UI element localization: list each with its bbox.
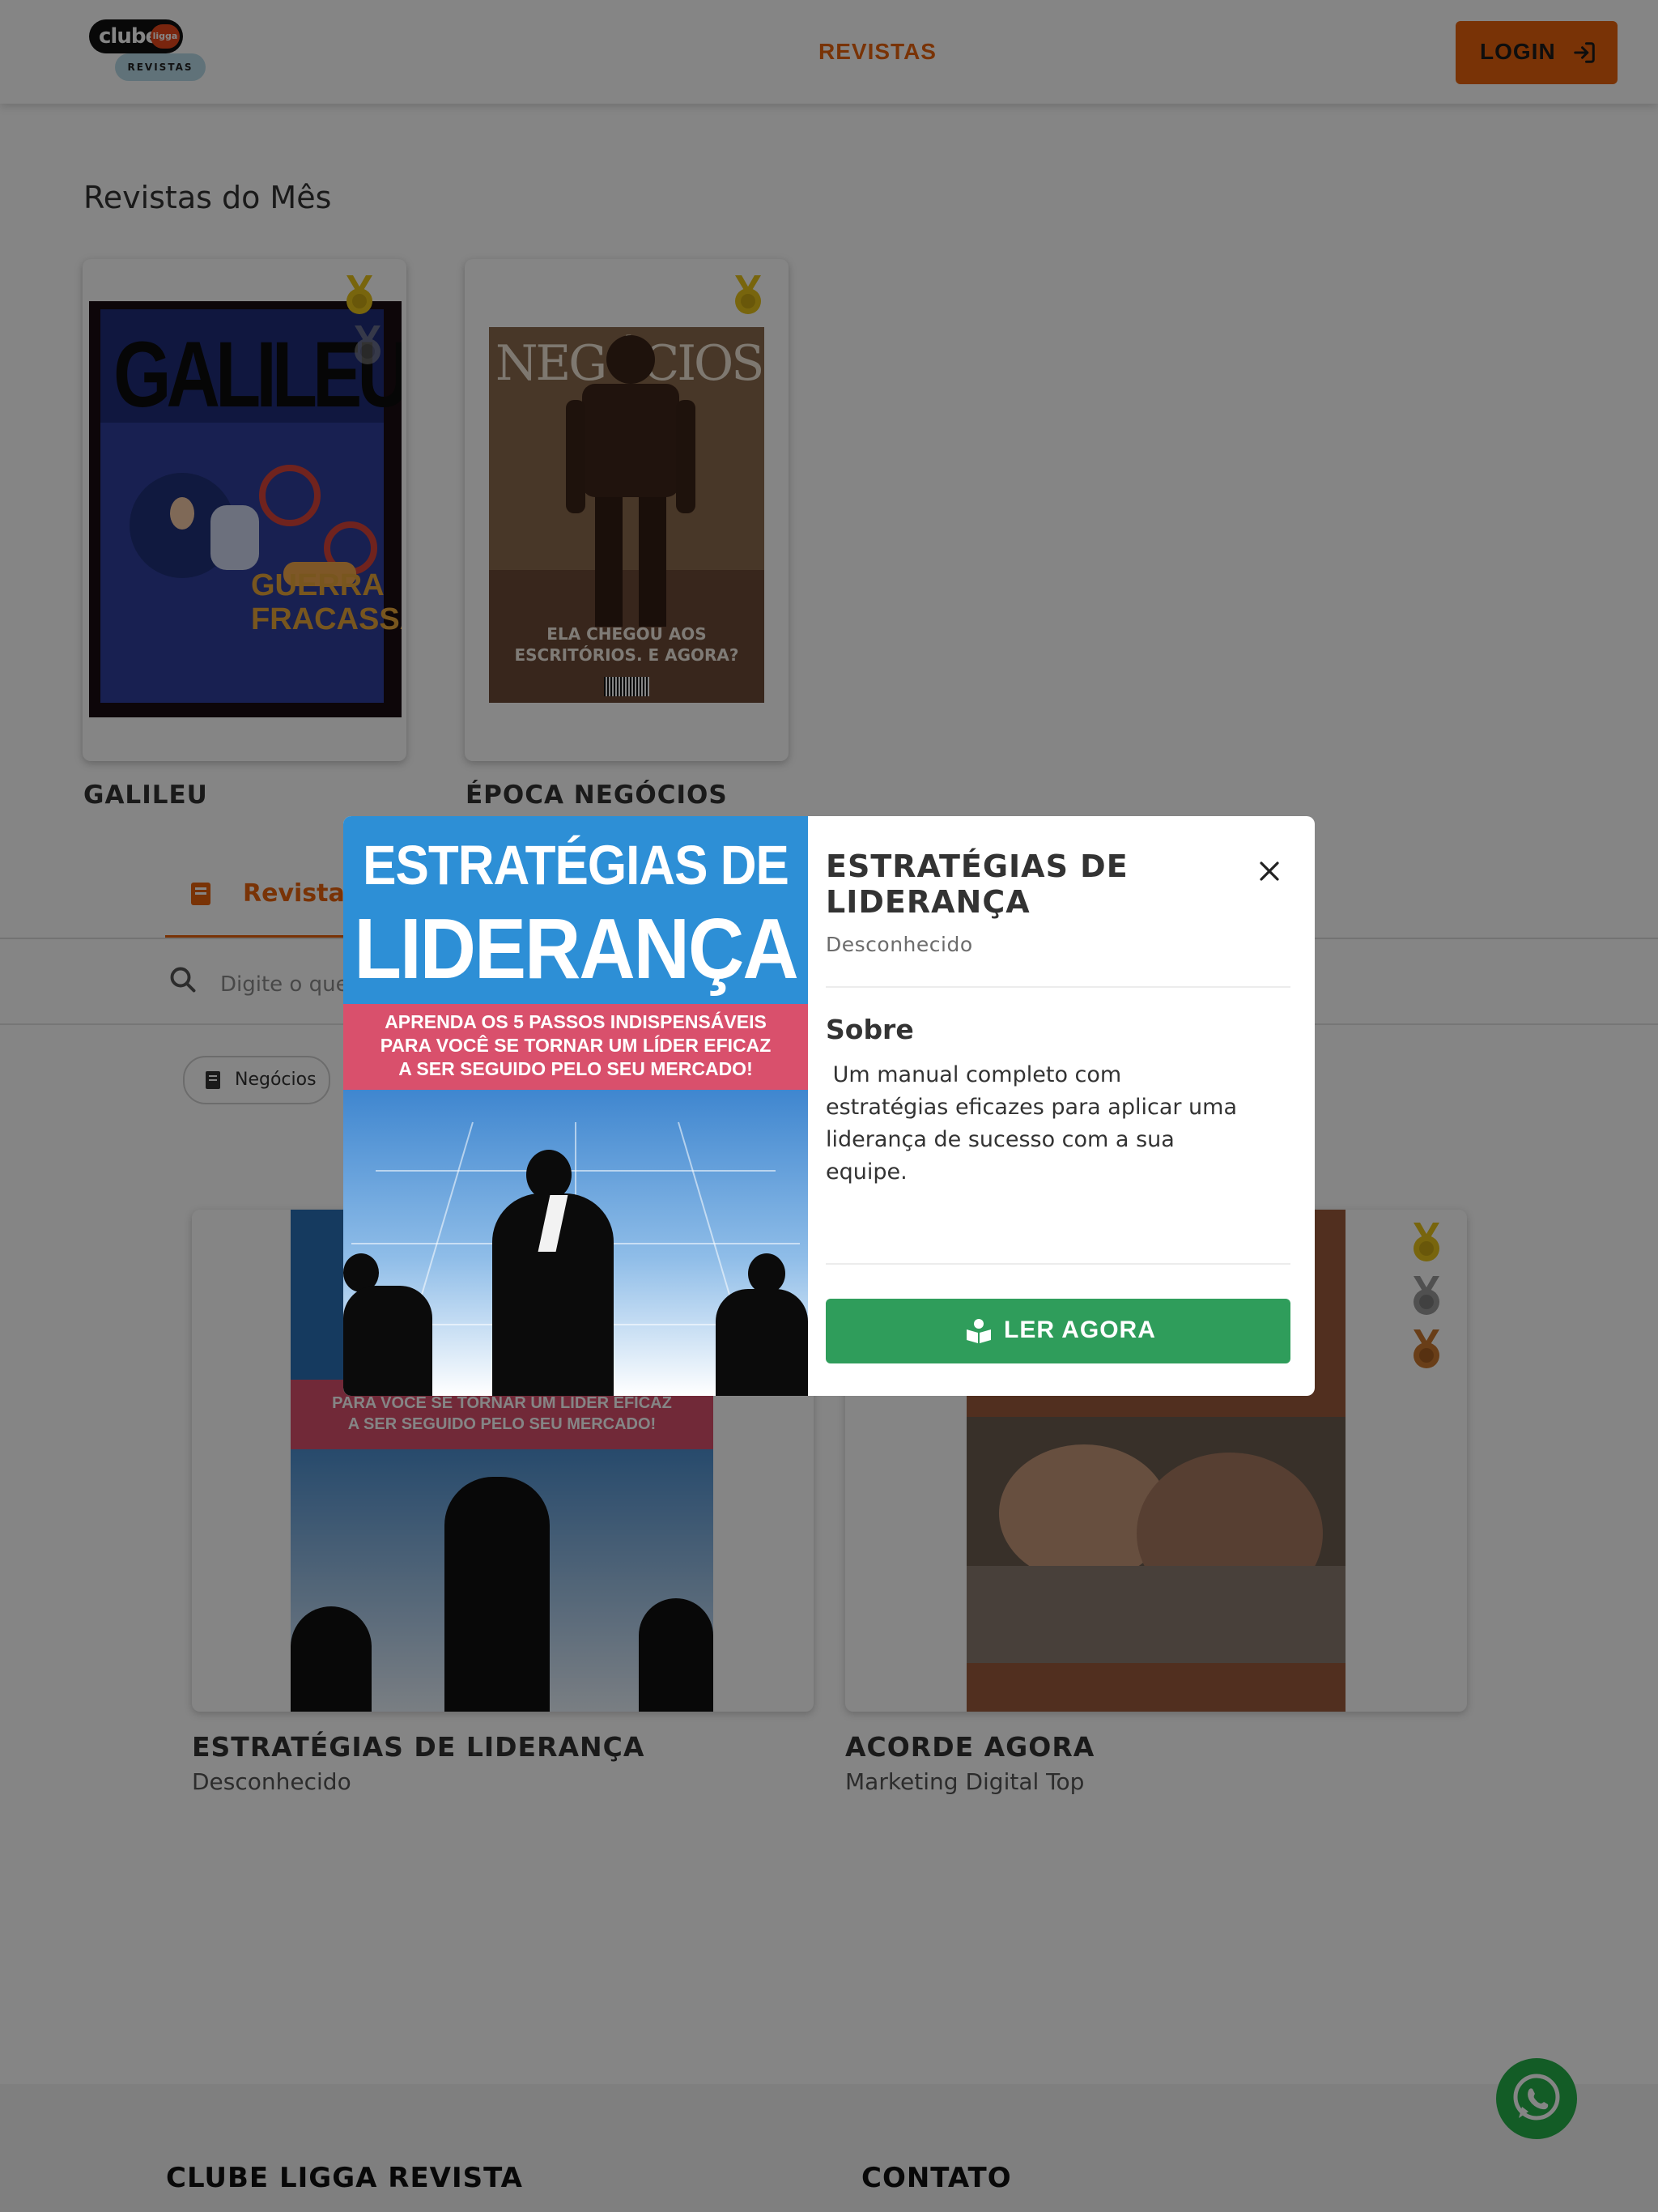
modal-description: Um manual completo com estratégias efica…	[826, 1062, 1244, 1185]
book-detail-modal: ESTRATÉGIAS DE LIDERANÇA APRENDA OS 5 PA…	[343, 816, 1315, 1396]
page: clube ligga REVISTAS REVISTAS LOGIN Revi…	[0, 0, 1658, 2212]
modal-cover-line2: LIDERANÇA	[354, 901, 798, 998]
modal-divider-bottom	[826, 1263, 1290, 1265]
modal-title: ESTRATÉGIAS DE LIDERANÇA	[826, 849, 1129, 920]
modal-cover-line1: ESTRATÉGIAS DE	[363, 835, 789, 897]
modal-about-heading: Sobre	[826, 1014, 914, 1045]
modal-divider-top	[826, 986, 1290, 988]
reader-icon	[967, 1319, 991, 1343]
modal-cover-banner: APRENDA OS 5 PASSOS INDISPENSÁVEIS PARA …	[380, 1011, 772, 1079]
read-now-label: LER AGORA	[1004, 1317, 1156, 1343]
read-now-button[interactable]: LER AGORA	[826, 1299, 1290, 1363]
close-icon[interactable]	[1250, 852, 1289, 891]
modal-author: Desconhecido	[826, 933, 973, 956]
modal-book-cover: ESTRATÉGIAS DE LIDERANÇA APRENDA OS 5 PA…	[343, 816, 808, 1396]
